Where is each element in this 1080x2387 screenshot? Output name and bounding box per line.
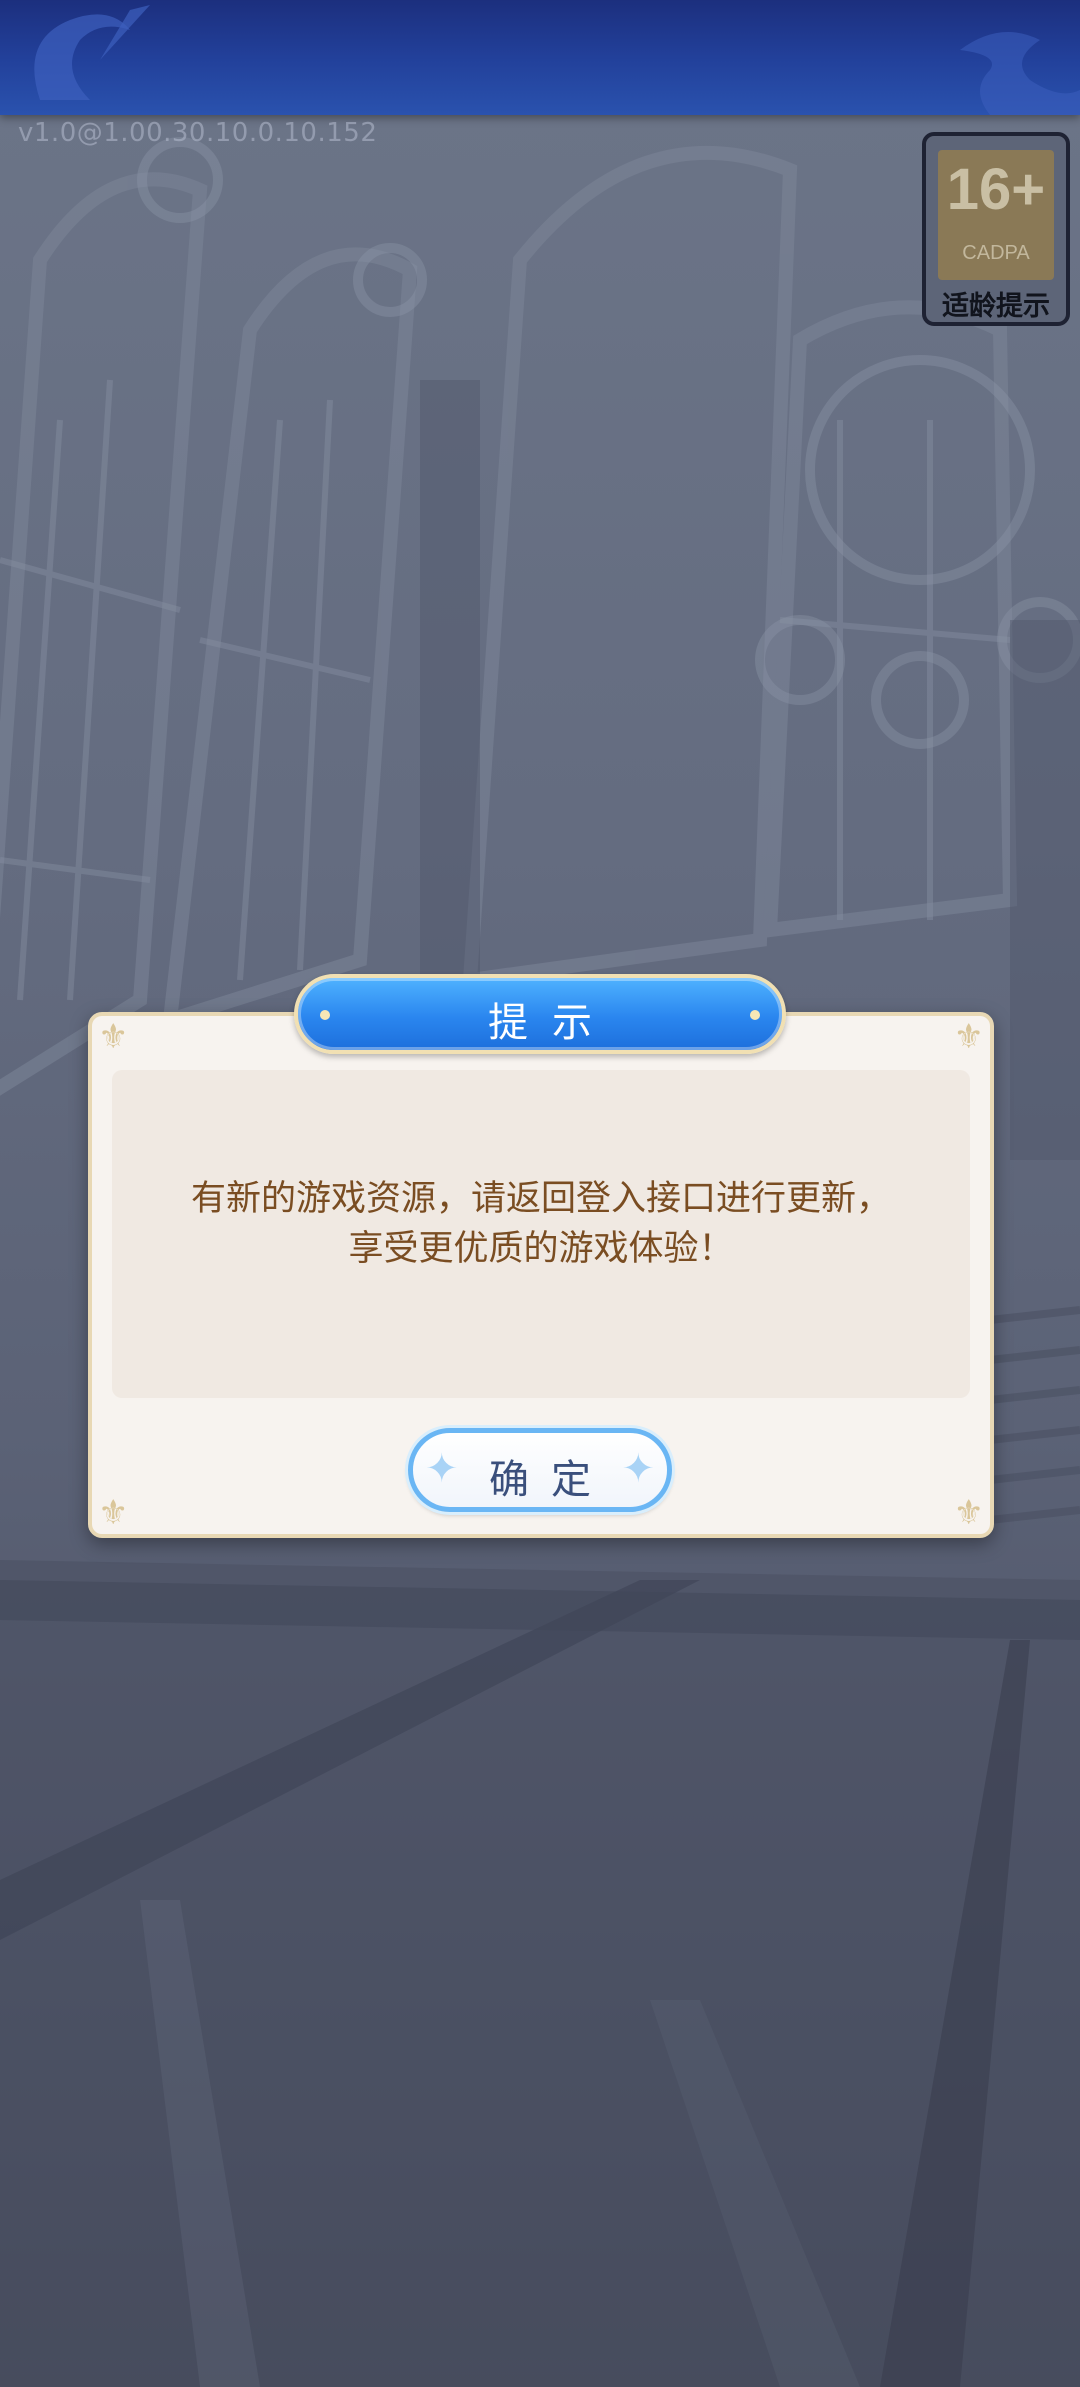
fleur-ornament-icon: ⚜: [953, 1017, 984, 1057]
dialog-message: 有新的游戏资源，请返回登入接口进行更新， 享受更优质的游戏体验！: [112, 1174, 970, 1274]
rating-org-text: CADPA: [962, 242, 1030, 264]
fleur-ornament-icon: ⚜: [98, 1493, 129, 1533]
top-banner: [0, 0, 1080, 115]
confirm-button-label: 确定: [489, 1457, 613, 1503]
dialog-title: 提示: [488, 1000, 616, 1046]
message-line-1: 有新的游戏资源，请返回登入接口进行更新，: [190, 1179, 891, 1219]
age-rating-caption: 适龄提示: [942, 291, 1050, 322]
age-rating-badge[interactable]: 16+ CADPA 适龄提示: [922, 132, 1070, 326]
confirm-button[interactable]: ✦ ✦ 确定: [408, 1428, 672, 1512]
fleur-ornament-icon: ⚜: [953, 1493, 984, 1533]
age-rating-text: 16+: [946, 157, 1046, 222]
fleur-ornament-icon: ⚜: [98, 1017, 129, 1057]
dialog-content-panel: 有新的游戏资源，请返回登入接口进行更新， 享受更优质的游戏体验！: [112, 1070, 970, 1398]
logo-watermark-icon: [34, 5, 1080, 115]
message-line-2: 享受更优质的游戏体验！: [348, 1229, 734, 1269]
version-label: v1.0@1.00.30.10.0.10.152: [18, 118, 378, 148]
dialog-title-banner: 提示: [294, 974, 786, 1054]
